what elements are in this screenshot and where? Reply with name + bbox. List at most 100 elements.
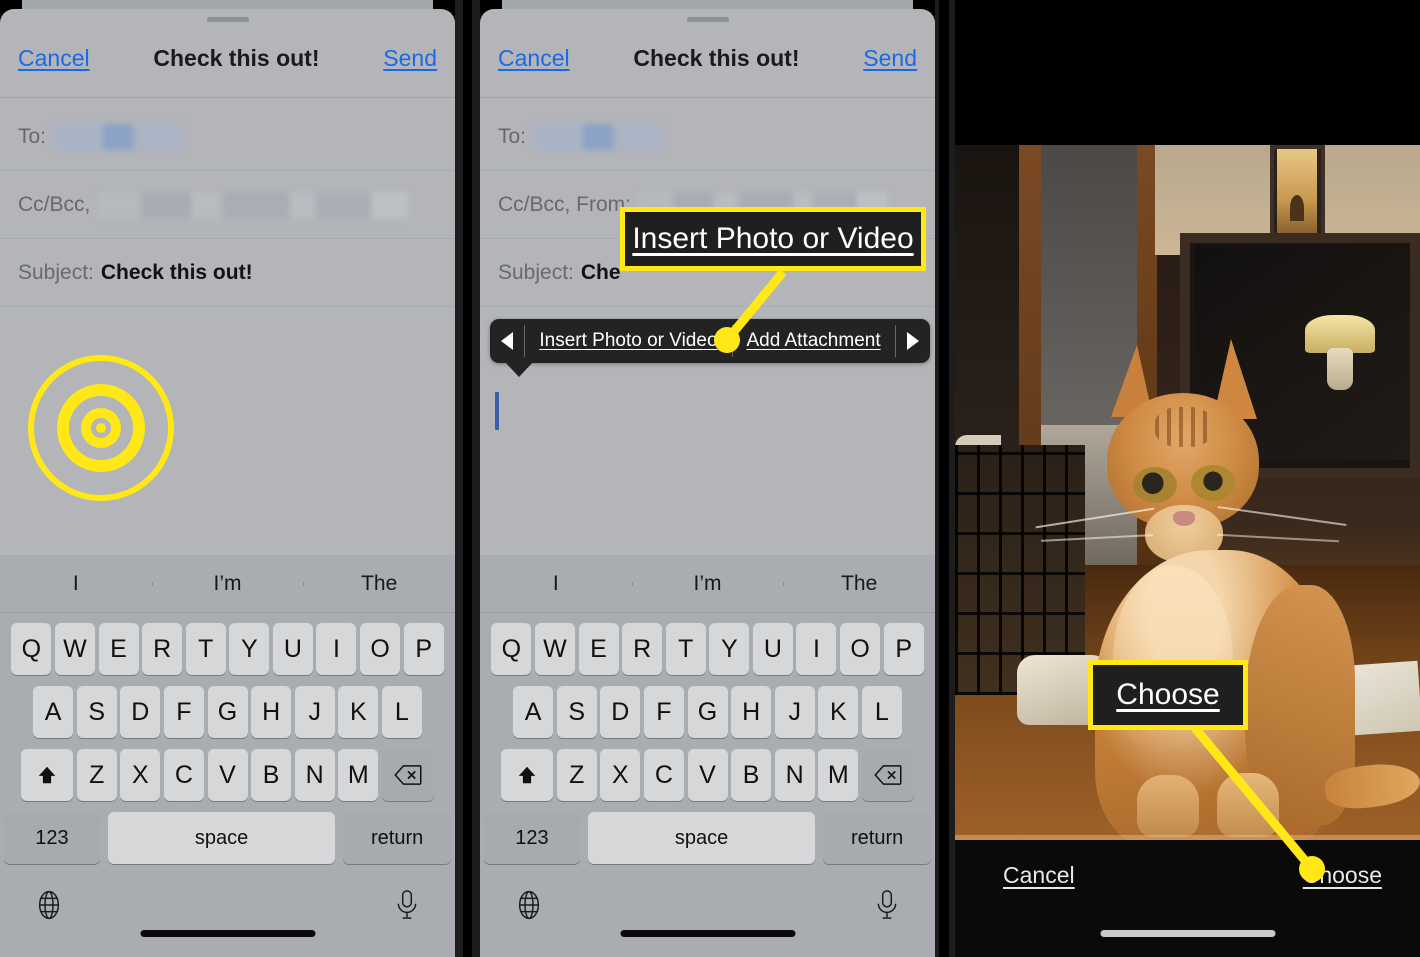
key-h[interactable]: H [731, 686, 772, 738]
key-t[interactable]: T [185, 623, 226, 675]
key-x[interactable]: X [600, 749, 641, 801]
key-w[interactable]: W [54, 623, 95, 675]
key-row-1: Q W E R T Y U I O P [0, 623, 455, 675]
key-y[interactable]: Y [709, 623, 750, 675]
key-i[interactable]: I [796, 623, 837, 675]
key-r[interactable]: R [622, 623, 663, 675]
key-y[interactable]: Y [229, 623, 270, 675]
subject-field[interactable]: Subject: Check this out! [0, 239, 455, 307]
to-label: To: [498, 124, 527, 148]
key-k[interactable]: K [338, 686, 379, 738]
key-row-3: Z X C V B N M [480, 749, 935, 801]
key-d[interactable]: D [600, 686, 641, 738]
home-indicator[interactable] [620, 930, 795, 937]
key-k[interactable]: K [818, 686, 859, 738]
key-d[interactable]: D [120, 686, 161, 738]
microphone-icon[interactable] [874, 889, 900, 926]
return-key[interactable]: return [343, 812, 451, 864]
prediction-2[interactable]: The [303, 572, 455, 596]
key-l[interactable]: L [381, 686, 422, 738]
sheet-grabber-icon[interactable] [206, 17, 249, 22]
key-i[interactable]: I [316, 623, 357, 675]
send-button[interactable]: Send [383, 45, 437, 72]
key-z[interactable]: Z [76, 749, 117, 801]
to-field[interactable]: To: [480, 103, 935, 171]
prediction-2[interactable]: The [783, 572, 935, 596]
backspace-icon[interactable] [381, 749, 434, 801]
globe-icon[interactable] [33, 889, 65, 926]
numbers-key[interactable]: 123 [4, 812, 100, 864]
globe-icon[interactable] [513, 889, 545, 926]
key-m[interactable]: M [818, 749, 859, 801]
prediction-1[interactable]: I’m [151, 572, 304, 596]
key-g[interactable]: G [687, 686, 728, 738]
menu-item-insert-photo-or-video[interactable]: Insert Photo or Video [525, 319, 731, 363]
home-indicator[interactable] [140, 930, 315, 937]
key-u[interactable]: U [752, 623, 793, 675]
context-menu-tail [504, 361, 534, 377]
key-z[interactable]: Z [556, 749, 597, 801]
next-arrow-icon[interactable] [896, 319, 930, 363]
key-o[interactable]: O [840, 623, 881, 675]
key-v[interactable]: V [207, 749, 248, 801]
key-c[interactable]: C [163, 749, 204, 801]
key-n[interactable]: N [774, 749, 815, 801]
to-recipient-redacted [534, 123, 663, 150]
navbar-divider [0, 97, 455, 98]
prediction-0[interactable]: I [0, 572, 152, 596]
key-u[interactable]: U [272, 623, 313, 675]
key-v[interactable]: V [687, 749, 728, 801]
prediction-0[interactable]: I [480, 572, 632, 596]
key-q[interactable]: Q [491, 623, 532, 675]
send-button[interactable]: Send [863, 45, 917, 72]
key-w[interactable]: W [534, 623, 575, 675]
home-indicator[interactable] [1100, 930, 1275, 937]
key-n[interactable]: N [294, 749, 335, 801]
prev-arrow-icon[interactable] [490, 319, 524, 363]
key-e[interactable]: E [578, 623, 619, 675]
key-b[interactable]: B [251, 749, 292, 801]
key-j[interactable]: J [294, 686, 335, 738]
prediction-1[interactable]: I’m [631, 572, 784, 596]
key-g[interactable]: G [207, 686, 248, 738]
photo-preview[interactable] [955, 145, 1420, 840]
key-t[interactable]: T [665, 623, 706, 675]
key-e[interactable]: E [98, 623, 139, 675]
panel-divider-2 [935, 0, 955, 957]
cc-bcc-field[interactable]: Cc/Bcc, [0, 171, 455, 239]
return-key[interactable]: return [823, 812, 931, 864]
key-a[interactable]: A [33, 686, 74, 738]
key-p[interactable]: P [403, 623, 444, 675]
key-m[interactable]: M [338, 749, 379, 801]
key-s[interactable]: S [556, 686, 597, 738]
key-f[interactable]: F [643, 686, 684, 738]
key-s[interactable]: S [76, 686, 117, 738]
space-key[interactable]: space [587, 812, 816, 864]
key-b[interactable]: B [731, 749, 772, 801]
shift-icon[interactable] [501, 749, 554, 801]
key-o[interactable]: O [360, 623, 401, 675]
key-x[interactable]: X [120, 749, 161, 801]
key-l[interactable]: L [861, 686, 902, 738]
cancel-button[interactable]: Cancel [18, 45, 90, 72]
key-f[interactable]: F [163, 686, 204, 738]
cancel-button[interactable]: Cancel [1003, 862, 1075, 889]
key-c[interactable]: C [643, 749, 684, 801]
sheet-grabber-icon[interactable] [686, 17, 729, 22]
key-h[interactable]: H [251, 686, 292, 738]
key-q[interactable]: Q [11, 623, 52, 675]
key-j[interactable]: J [774, 686, 815, 738]
microphone-icon[interactable] [394, 889, 420, 926]
menu-item-add-attachment[interactable]: Add Attachment [732, 319, 894, 363]
numbers-key[interactable]: 123 [484, 812, 580, 864]
cancel-button[interactable]: Cancel [498, 45, 570, 72]
key-r[interactable]: R [142, 623, 183, 675]
shift-icon[interactable] [21, 749, 74, 801]
cc-bcc-label: Cc/Bcc, [18, 192, 91, 216]
backspace-icon[interactable] [861, 749, 914, 801]
to-field[interactable]: To: [0, 103, 455, 171]
text-cursor [495, 392, 499, 430]
key-p[interactable]: P [883, 623, 924, 675]
space-key[interactable]: space [107, 812, 336, 864]
key-a[interactable]: A [513, 686, 554, 738]
